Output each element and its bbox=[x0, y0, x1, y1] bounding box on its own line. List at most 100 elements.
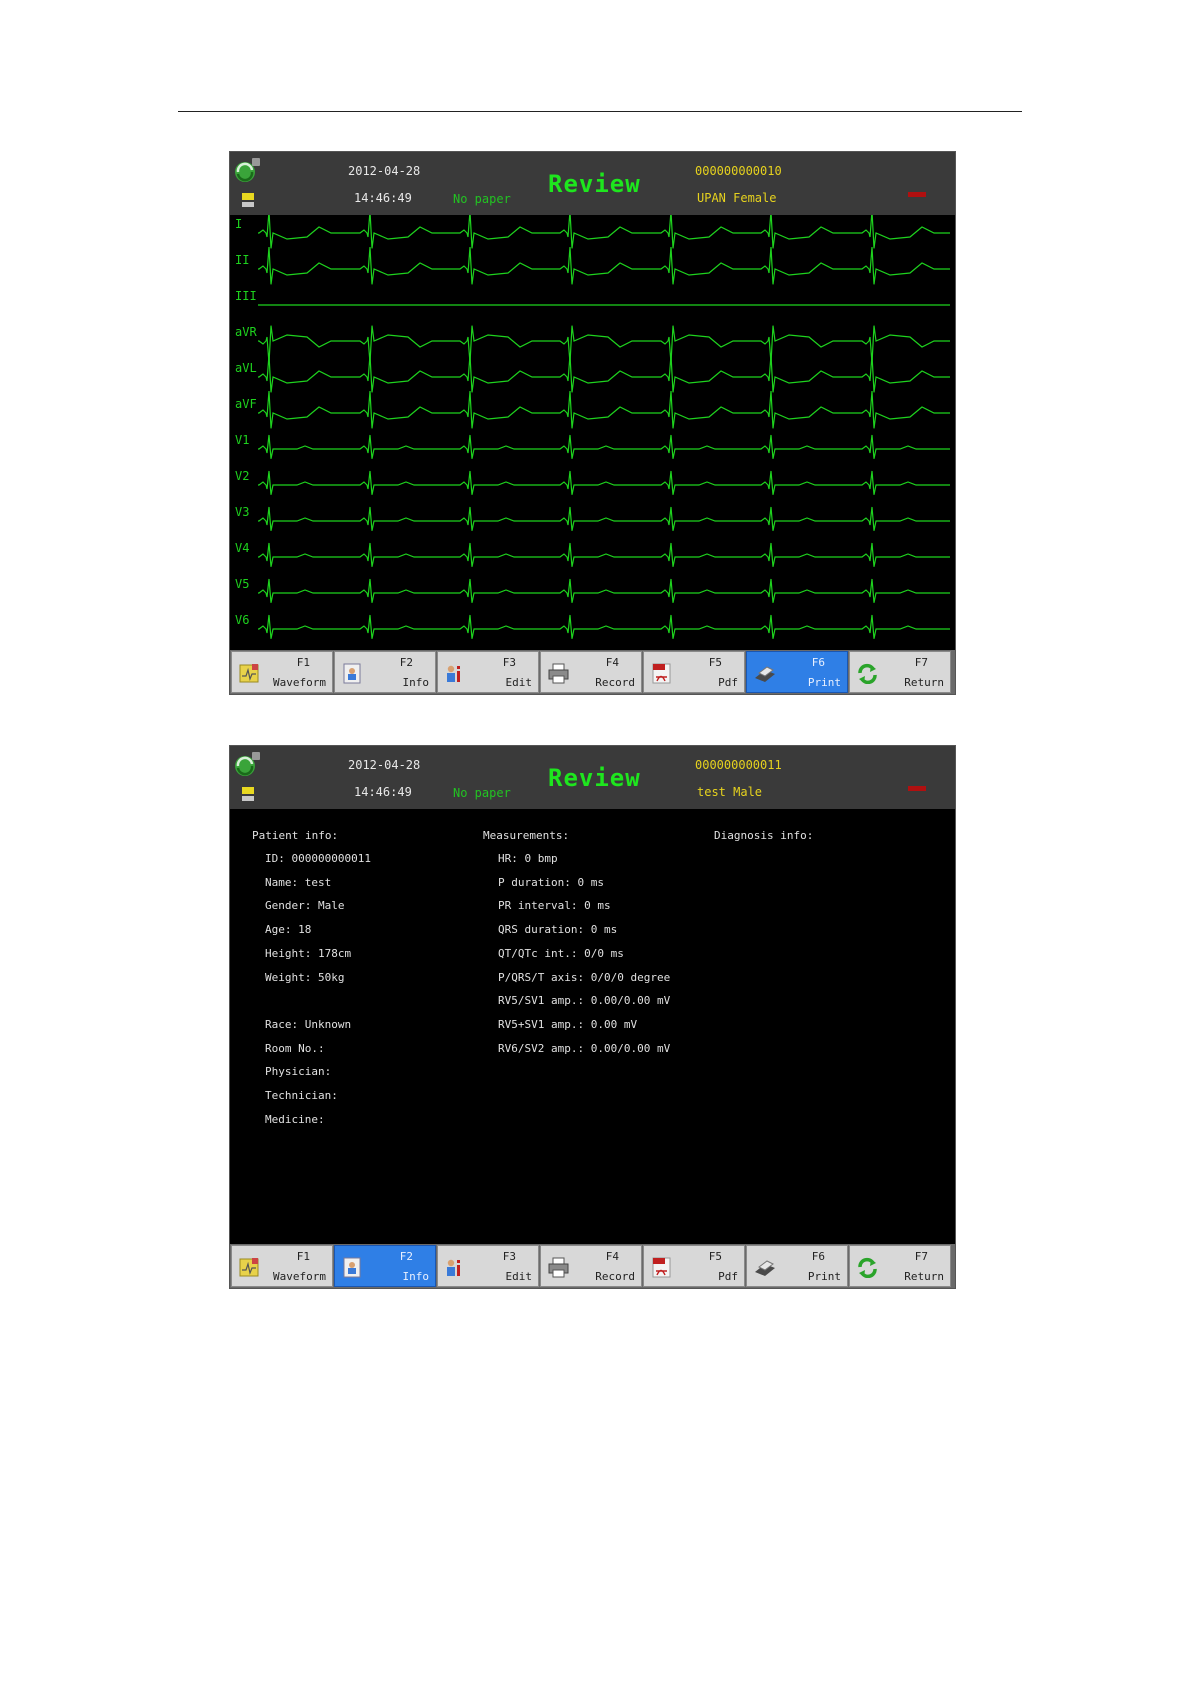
patient-info-heading: Patient info: bbox=[252, 829, 339, 842]
info-row: Room No.: bbox=[265, 1041, 325, 1055]
patient-info-panel: Patient info: ID: 000000000011 Name: test… bbox=[230, 809, 955, 1244]
function-key-f3-edit-button[interactable]: F3 Edit bbox=[437, 1245, 539, 1287]
page-title: Review bbox=[548, 764, 641, 792]
info-row: Name: test bbox=[265, 875, 332, 889]
lead-label-iii: III bbox=[235, 289, 257, 303]
ecg-trace-i bbox=[258, 215, 950, 249]
function-key-f2-info-button[interactable]: F2 Info bbox=[334, 1245, 436, 1287]
function-key-label: F1 bbox=[296, 656, 310, 669]
function-key-f2-info-button[interactable]: F2 Info bbox=[334, 651, 436, 693]
diagnosis-heading: Diagnosis info: bbox=[714, 829, 814, 842]
status-header: 2012-04-28 14:46:49 No paper Review 0000… bbox=[230, 152, 955, 215]
function-key-name: Edit bbox=[505, 1270, 533, 1283]
ecg-trace-avr bbox=[258, 325, 950, 364]
function-key-label: F2 bbox=[399, 1250, 413, 1263]
paper-status: No paper bbox=[453, 192, 511, 206]
ecg-review-screen-waveform: 2012-04-28 14:46:49 No paper Review 0000… bbox=[229, 151, 956, 695]
info-row: Physician: bbox=[265, 1065, 332, 1079]
function-key-name: Record bbox=[595, 1270, 635, 1283]
header-time: 14:46:49 bbox=[354, 191, 412, 205]
status-header: 2012-04-28 14:46:49 No paper Review 0000… bbox=[230, 746, 955, 809]
lead-label-avl: aVL bbox=[235, 361, 257, 375]
ecg-review-screen-info: 2012-04-28 14:46:49 No paper Review 0000… bbox=[229, 745, 956, 1289]
function-key-name: Print bbox=[807, 1270, 841, 1283]
function-key-bar: F1 Waveform F2 Info F3 Edit F4 Record F5 Pdf F6 Pri… bbox=[230, 650, 955, 694]
battery-icon bbox=[242, 193, 254, 207]
ecg-trace-v3 bbox=[258, 506, 950, 531]
function-key-name: Return bbox=[904, 1270, 944, 1283]
lead-label-avf: aVF bbox=[235, 397, 257, 411]
header-date: 2012-04-28 bbox=[348, 758, 421, 772]
lead-label-ii: II bbox=[235, 253, 250, 267]
lead-label-i: I bbox=[235, 217, 243, 231]
function-key-f1-waveform-button[interactable]: F1 Waveform bbox=[231, 1245, 333, 1287]
function-key-label: F7 bbox=[914, 656, 928, 669]
function-key-f1-waveform-button[interactable]: F1 Waveform bbox=[231, 651, 333, 693]
function-key-name: Edit bbox=[505, 676, 533, 689]
function-key-name: Info bbox=[402, 1270, 430, 1283]
function-key-bar: F1 Waveform F2 Info F3 Edit F4 Record F5 Pdf F6 Pri… bbox=[230, 1244, 955, 1288]
patient-name-gender: test Male bbox=[697, 785, 763, 799]
lead-label-v1: V1 bbox=[235, 433, 250, 447]
function-key-label: F7 bbox=[914, 1250, 928, 1263]
lead-label-avr: aVR bbox=[235, 325, 257, 339]
info-row: QRS duration: 0 ms bbox=[498, 923, 618, 937]
function-key-label: F4 bbox=[605, 1250, 619, 1263]
info-row: RV5+SV1 amp.: 0.00 mV bbox=[498, 1017, 638, 1031]
device-logo-icon bbox=[235, 158, 260, 182]
function-key-f5-pdf-button[interactable]: F5 Pdf bbox=[643, 1245, 745, 1287]
function-key-name: Record bbox=[595, 676, 635, 689]
function-key-f3-edit-button[interactable]: F3 Edit bbox=[437, 651, 539, 693]
battery-icon bbox=[242, 787, 254, 801]
info-row: PR interval: 0 ms bbox=[498, 899, 611, 913]
info-row: Race: Unknown bbox=[265, 1017, 352, 1031]
lead-label-v6: V6 bbox=[235, 613, 250, 627]
lead-label-v5: V5 bbox=[235, 577, 250, 591]
function-key-f6-print-button[interactable]: F6 Print bbox=[746, 1245, 848, 1287]
header-time: 14:46:49 bbox=[354, 785, 412, 799]
ecg-trace-v2 bbox=[258, 470, 950, 495]
function-key-label: F5 bbox=[708, 656, 722, 669]
ecg-waveform-area: I II III aVR aVL aVF V1 V2 V3 V4 V5 V6 bbox=[230, 215, 955, 652]
function-key-f7-return-button[interactable]: F7 Return bbox=[849, 651, 951, 693]
info-row: ID: 000000000011 bbox=[265, 852, 371, 865]
function-key-f4-record-button[interactable]: F4 Record bbox=[540, 1245, 642, 1287]
header-date: 2012-04-28 bbox=[348, 164, 421, 178]
measurements-heading: Measurements: bbox=[483, 829, 570, 842]
function-key-f7-return-button[interactable]: F7 Return bbox=[849, 1245, 951, 1287]
function-key-f5-pdf-button[interactable]: F5 Pdf bbox=[643, 651, 745, 693]
function-key-name: Pdf bbox=[718, 676, 738, 689]
device-logo-icon bbox=[235, 752, 260, 776]
paper-status: No paper bbox=[453, 786, 511, 800]
page-header-rule bbox=[178, 111, 1022, 112]
info-row: P duration: 0 ms bbox=[498, 875, 604, 889]
info-row: RV5/SV1 amp.: 0.00/0.00 mV bbox=[498, 994, 671, 1008]
info-row: Age: 18 bbox=[265, 923, 312, 937]
function-key-name: Waveform bbox=[273, 1270, 326, 1283]
patient-name-gender: UPAN Female bbox=[697, 191, 777, 205]
function-key-name: Waveform bbox=[273, 676, 326, 689]
ecg-trace-v6 bbox=[258, 614, 950, 639]
function-key-label: F5 bbox=[708, 1250, 722, 1263]
info-row: P/QRS/T axis: 0/0/0 degree bbox=[498, 970, 671, 984]
ecg-trace-avf bbox=[258, 390, 950, 429]
ecg-trace-v1 bbox=[258, 434, 950, 459]
function-key-f4-record-button[interactable]: F4 Record bbox=[540, 651, 642, 693]
function-key-label: F4 bbox=[605, 656, 619, 669]
function-key-label: F1 bbox=[296, 1250, 310, 1263]
ecg-trace-v4 bbox=[258, 542, 950, 567]
ecg-trace-ii bbox=[258, 246, 950, 285]
recording-indicator bbox=[908, 192, 926, 197]
patient-id: 000000000011 bbox=[695, 758, 782, 772]
function-key-name: Print bbox=[807, 676, 841, 689]
ecg-traces bbox=[258, 215, 950, 639]
info-row: QT/QTc int.: 0/0 ms bbox=[498, 946, 624, 960]
function-key-label: F6 bbox=[811, 1250, 825, 1263]
recording-indicator bbox=[908, 786, 926, 791]
info-row: HR: 0 bmp bbox=[498, 852, 558, 865]
patient-id: 000000000010 bbox=[695, 164, 782, 178]
ecg-trace-avl bbox=[258, 354, 950, 393]
info-row: Technician: bbox=[265, 1089, 338, 1102]
lead-label-v3: V3 bbox=[235, 505, 250, 519]
function-key-f6-print-button[interactable]: F6 Print bbox=[746, 651, 848, 693]
